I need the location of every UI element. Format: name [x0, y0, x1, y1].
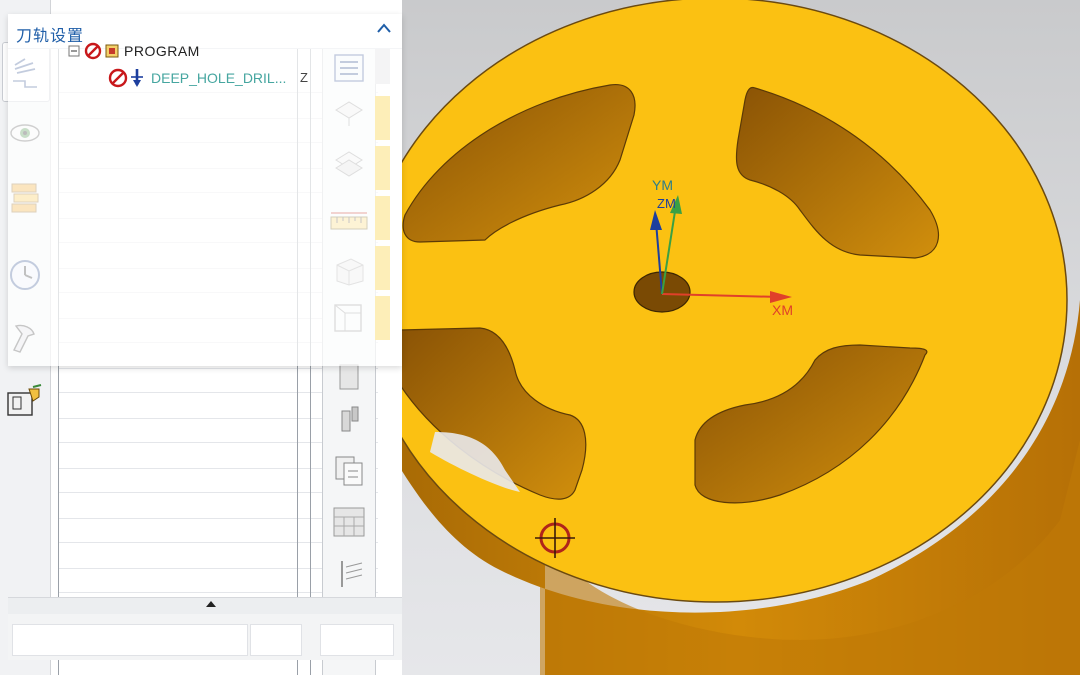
program-label: PROGRAM	[124, 43, 200, 59]
details-panel	[8, 614, 402, 660]
chevron-up-icon[interactable]	[374, 20, 394, 40]
panel-splitter[interactable]	[8, 597, 402, 615]
collapse-minus-icon[interactable]	[68, 45, 80, 57]
error-icon	[84, 42, 102, 60]
tree-second-column: Z	[300, 70, 308, 85]
drill-path-icon[interactable]	[329, 554, 369, 594]
toolpath-settings-dialog: 刀轨设置	[8, 14, 402, 366]
drill-operation-label: DEEP_HOLE_DRIL...	[151, 70, 287, 86]
tool-shaft-icon[interactable]	[329, 398, 369, 438]
error-icon	[108, 68, 128, 88]
drill-tool-icon	[131, 69, 143, 87]
dialog-body	[8, 48, 402, 366]
tree-node-deep-hole-drill[interactable]: DEEP_HOLE_DRIL...	[108, 68, 286, 88]
z-axis-label: ZM	[657, 196, 676, 211]
details-field[interactable]	[12, 624, 248, 656]
tree-node-program[interactable]: PROGRAM	[68, 42, 200, 60]
x-axis-label: XM	[772, 302, 793, 318]
table-grid-icon[interactable]	[329, 502, 369, 542]
process-doc-icon[interactable]	[4, 380, 46, 422]
program-group-icon	[105, 44, 119, 58]
details-field[interactable]	[320, 624, 394, 656]
details-field[interactable]	[250, 624, 302, 656]
y-axis-label: YM	[652, 177, 673, 193]
expand-up-icon[interactable]	[204, 600, 218, 610]
copy-report-icon[interactable]	[329, 450, 369, 490]
